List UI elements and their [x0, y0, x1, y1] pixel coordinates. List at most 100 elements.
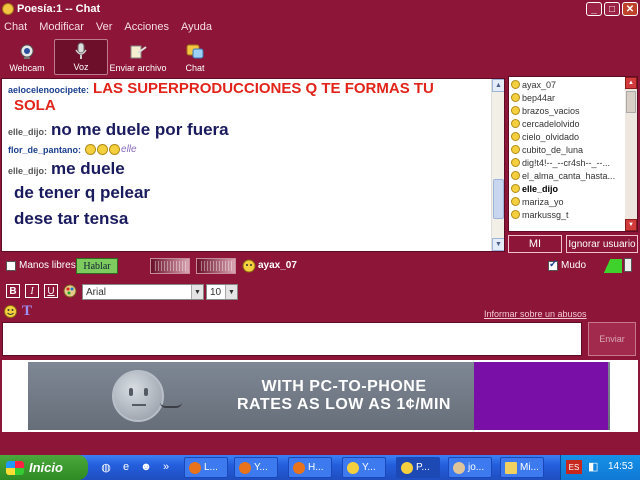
scroll-down-icon[interactable]: ▼ [492, 238, 504, 251]
emoticon-row: T Informar sobre un abusos [0, 303, 640, 320]
message-nick[interactable]: flor_de_pantano: [8, 145, 81, 155]
report-abuse-link[interactable]: Informar sobre un abusos [484, 309, 587, 319]
user-list-item[interactable]: brazos_vacios [511, 104, 623, 117]
firefox-icon [293, 461, 305, 474]
user-list-item[interactable]: elle_dijo [511, 182, 623, 195]
network-icon[interactable]: ◧ [588, 460, 602, 474]
menu-modificar[interactable]: Modificar [39, 21, 84, 33]
mi-button[interactable]: MI [508, 235, 562, 253]
headset-icon [160, 402, 182, 408]
current-speaker: ayax_07 [258, 260, 297, 271]
user-list-item[interactable]: ayax_07 [511, 78, 623, 91]
text-style-icon[interactable]: T [22, 303, 36, 319]
chat-transcript[interactable]: aelocelenoocipete: LAS SUPERPRODUCCIONES… [1, 78, 505, 252]
hands-free-checkbox[interactable] [6, 261, 16, 271]
user-smiley-icon [511, 93, 520, 102]
voice-button[interactable]: Voz [54, 39, 108, 75]
chat-message: elle_dijo: no me duele por fuera [8, 120, 486, 140]
taskbar-item[interactable]: H... [288, 457, 332, 478]
message-nick[interactable]: aelocelenoocipete: [8, 85, 89, 95]
user-list-item[interactable]: bep44ar [511, 91, 623, 104]
close-button[interactable]: ✕ [622, 2, 638, 16]
user-list-item[interactable]: cercadelolvido [511, 117, 623, 130]
user-list-scrollbar[interactable]: ▲ ▼ [625, 77, 637, 231]
microphone-icon [71, 42, 91, 60]
message-nick[interactable]: elle_dijo: [8, 127, 47, 137]
clock: 14:53 [608, 461, 634, 472]
emoticon-icon[interactable] [4, 305, 17, 318]
menu-acciones[interactable]: Acciones [124, 21, 169, 33]
voice-label: Voz [73, 62, 89, 72]
send-button[interactable]: Enviar [588, 322, 636, 356]
taskbar-item[interactable]: Y... [234, 457, 278, 478]
messenger-icon[interactable]: ☻ [138, 459, 154, 475]
chat-button[interactable]: Chat [168, 39, 222, 75]
scroll-thumb[interactable] [493, 179, 504, 219]
message-continuation: dese tar tensa [14, 209, 129, 228]
user-list-item[interactable]: dig!t4!--_--cr4sh--_--... [511, 156, 623, 169]
user-list-item[interactable]: el_alma_canta_hasta... [511, 169, 623, 182]
chat-label: Chat [185, 63, 205, 73]
font-size-select[interactable]: 10 ▼ [206, 284, 238, 300]
color-palette-icon[interactable] [63, 284, 77, 298]
globe-icon[interactable]: ◍ [98, 459, 114, 475]
user-smiley-icon [511, 171, 520, 180]
webcam-button[interactable]: Webcam [0, 39, 54, 75]
scroll-thumb[interactable] [626, 91, 636, 113]
user-smiley-icon [511, 119, 520, 128]
user-list: ayax_07 bep44ar brazos_vacios cercadelolvid… [509, 77, 625, 222]
user-smiley-icon [511, 132, 520, 141]
user-list-item[interactable]: cielo_olvidado [511, 130, 623, 143]
underline-button[interactable]: U [44, 284, 58, 298]
taskbar-item[interactable]: jo... [448, 457, 492, 478]
chevron-down-icon[interactable]: ▼ [225, 285, 237, 299]
scroll-up-icon[interactable]: ▲ [625, 77, 637, 89]
chat-icon [185, 43, 205, 61]
voice-level-meter [150, 258, 190, 274]
menu-bar: Chat Modificar Ver Acciones Ayuda [0, 18, 640, 36]
minimize-button[interactable]: _ [586, 2, 602, 16]
start-button[interactable]: Inicio [0, 455, 88, 480]
message-text: elle [121, 144, 137, 155]
font-select[interactable]: Arial ▼ [82, 284, 204, 300]
taskbar: Inicio ◍ e ☻ » L... Y... H... Y... P... … [0, 455, 640, 480]
user-list-item[interactable]: cubito_de_luna [511, 143, 623, 156]
chat-message: elle_dijo: me duele [8, 159, 486, 179]
chat-scrollbar[interactable]: ▲ ▼ [491, 79, 504, 251]
chevron-down-icon[interactable]: ▼ [191, 285, 203, 299]
user-smiley-icon [511, 106, 520, 115]
maximize-button[interactable]: □ [604, 2, 620, 16]
scroll-down-icon[interactable]: ▼ [625, 219, 637, 231]
language-indicator[interactable]: ES [566, 460, 582, 474]
user-name: markussg_t [522, 209, 569, 220]
quicklaunch-chevron-icon[interactable]: » [158, 459, 174, 475]
user-list-item[interactable]: markussg_t [511, 208, 623, 221]
volume-slider-track[interactable] [592, 259, 622, 273]
taskbar-item-active[interactable]: P... [396, 457, 440, 478]
user-list-item[interactable]: mariza_yo [511, 195, 623, 208]
bold-button[interactable]: B [6, 284, 20, 298]
taskbar-item[interactable]: Mi... [500, 457, 544, 478]
message-input[interactable] [2, 322, 582, 356]
talk-button[interactable]: Hablar [76, 258, 118, 274]
message-text: me duele [51, 159, 125, 178]
smiley-face-icon [112, 370, 164, 422]
ad-banner[interactable]: WITH PC-TO-PHONE RATES AS LOW AS 1¢/MIN [28, 362, 610, 430]
menu-ayuda[interactable]: Ayuda [181, 21, 212, 33]
taskbar-item[interactable]: L... [184, 457, 228, 478]
firefox-icon [239, 461, 251, 474]
italic-button[interactable]: I [25, 284, 39, 298]
ie-icon[interactable]: e [118, 459, 134, 475]
message-nick[interactable]: elle_dijo: [8, 166, 47, 176]
message-text: LAS SUPERPRODUCCIONES Q TE FORMAS TU [93, 80, 434, 97]
menu-chat[interactable]: Chat [4, 21, 27, 33]
ignore-user-button[interactable]: Ignorar usuario [566, 235, 638, 253]
user-smiley-icon [511, 197, 520, 206]
menu-ver[interactable]: Ver [96, 21, 113, 33]
scroll-up-icon[interactable]: ▲ [492, 79, 504, 92]
send-file-button[interactable]: Enviar archivo [108, 39, 168, 75]
webcam-label: Webcam [9, 63, 45, 73]
taskbar-item[interactable]: Y... [342, 457, 386, 478]
mute-checkbox[interactable] [548, 259, 558, 271]
volume-slider-handle[interactable] [624, 258, 632, 272]
